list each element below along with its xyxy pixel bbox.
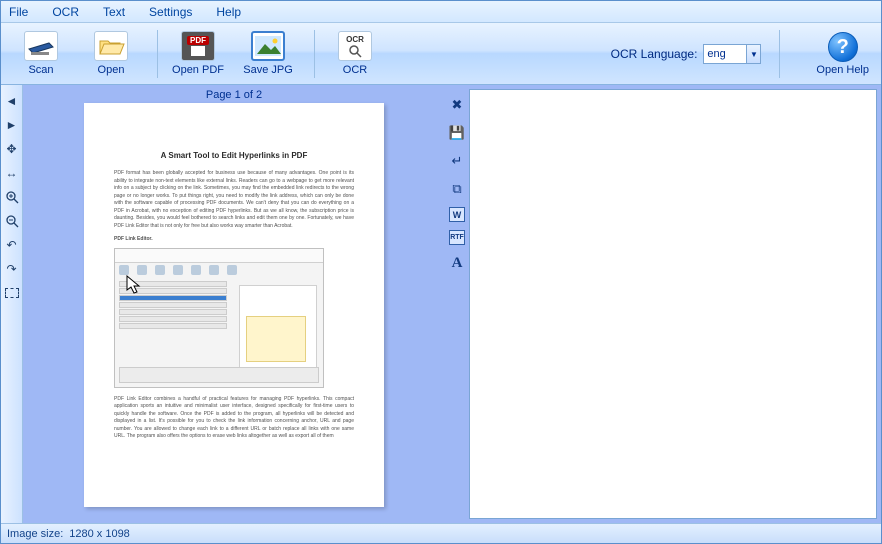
embedded-screenshot bbox=[114, 248, 324, 388]
image-size-value: 1280 x 1098 bbox=[69, 528, 130, 540]
zoom-out-icon[interactable] bbox=[3, 212, 21, 230]
doc-paragraph: PDF format has been globally accepted fo… bbox=[114, 170, 354, 230]
ocr-language-label: OCR Language: bbox=[611, 47, 698, 61]
page-counter: Page 1 of 2 bbox=[206, 85, 262, 103]
ocr-language-value: eng bbox=[707, 48, 725, 60]
scanner-icon bbox=[24, 31, 58, 61]
scan-label: Scan bbox=[28, 64, 53, 76]
image-preview-pane: Page 1 of 2 A Smart Tool to Edit Hyperli… bbox=[23, 85, 445, 523]
center-toolbar: ✖ 💾 ↵ ⧉ W RTF A bbox=[445, 85, 469, 523]
menu-ocr[interactable]: OCR bbox=[52, 5, 79, 19]
open-pdf-label: Open PDF bbox=[172, 64, 224, 76]
save-jpg-button[interactable]: Save JPG bbox=[236, 27, 300, 81]
toolbar: Scan Open PDF Open PDF Save JPG OCR OCR … bbox=[1, 23, 881, 85]
menu-file[interactable]: File bbox=[9, 5, 28, 19]
arrow-right-icon[interactable]: ► bbox=[3, 116, 21, 134]
workspace: ◄ ► ✥ ↔ ↶ ↷ Page 1 of 2 A Smart Tool to … bbox=[1, 85, 881, 523]
selection-icon[interactable] bbox=[3, 284, 21, 302]
left-toolbar: ◄ ► ✥ ↔ ↶ ↷ bbox=[1, 85, 23, 523]
menu-settings[interactable]: Settings bbox=[149, 5, 192, 19]
doc-title: A Smart Tool to Edit Hyperlinks in PDF bbox=[114, 151, 354, 160]
move-icon[interactable]: ✥ bbox=[3, 140, 21, 158]
fit-icon[interactable]: ↔ bbox=[3, 164, 21, 182]
word-wrap-icon[interactable]: ↵ bbox=[447, 151, 467, 171]
document-preview[interactable]: A Smart Tool to Edit Hyperlinks in PDF P… bbox=[84, 103, 384, 507]
toolbar-right: OCR Language: eng ▼ ? Open Help bbox=[611, 23, 869, 85]
open-button[interactable]: Open bbox=[79, 27, 143, 81]
status-bar: Image size: 1280 x 1098 bbox=[1, 523, 881, 543]
rtf-format-icon[interactable]: RTF bbox=[449, 230, 465, 245]
pdf-file-icon: PDF bbox=[181, 31, 215, 61]
ocr-button[interactable]: OCR OCR bbox=[323, 27, 387, 81]
folder-open-icon bbox=[94, 31, 128, 61]
menu-text[interactable]: Text bbox=[103, 5, 125, 19]
doc-paragraph: PDF Link Editor combines a handful of pr… bbox=[114, 396, 354, 441]
toolbar-separator bbox=[157, 30, 158, 78]
zoom-in-icon[interactable] bbox=[3, 188, 21, 206]
open-label: Open bbox=[98, 64, 125, 76]
chevron-down-icon: ▼ bbox=[746, 45, 760, 63]
copy-icon[interactable]: ⧉ bbox=[447, 179, 467, 199]
ocr-text-output[interactable] bbox=[469, 89, 877, 519]
doc-subhead: PDF Link Editor. bbox=[114, 236, 354, 244]
menu-help[interactable]: Help bbox=[216, 5, 241, 19]
open-pdf-button[interactable]: PDF Open PDF bbox=[166, 27, 230, 81]
undo-icon[interactable]: ↶ bbox=[3, 236, 21, 254]
image-size-label: Image size: bbox=[7, 528, 63, 540]
save-jpg-label: Save JPG bbox=[243, 64, 293, 76]
open-help-label: Open Help bbox=[816, 64, 869, 76]
menu-bar: File OCR Text Settings Help bbox=[1, 1, 881, 23]
ocr-icon: OCR bbox=[338, 31, 372, 61]
close-panel-icon[interactable]: ✖ bbox=[447, 95, 467, 115]
save-text-icon[interactable]: 💾 bbox=[447, 123, 467, 143]
scan-button[interactable]: Scan bbox=[9, 27, 73, 81]
arrow-left-icon[interactable]: ◄ bbox=[3, 92, 21, 110]
font-icon[interactable]: A bbox=[447, 253, 467, 273]
ocr-label: OCR bbox=[343, 64, 367, 76]
image-file-icon bbox=[251, 31, 285, 61]
toolbar-separator bbox=[779, 30, 780, 78]
redo-icon[interactable]: ↷ bbox=[3, 260, 21, 278]
help-icon: ? bbox=[828, 32, 858, 62]
ocr-language-select[interactable]: eng ▼ bbox=[703, 44, 761, 64]
word-format-icon[interactable]: W bbox=[449, 207, 465, 222]
open-help-button[interactable]: ? Open Help bbox=[816, 32, 869, 76]
toolbar-separator bbox=[314, 30, 315, 78]
